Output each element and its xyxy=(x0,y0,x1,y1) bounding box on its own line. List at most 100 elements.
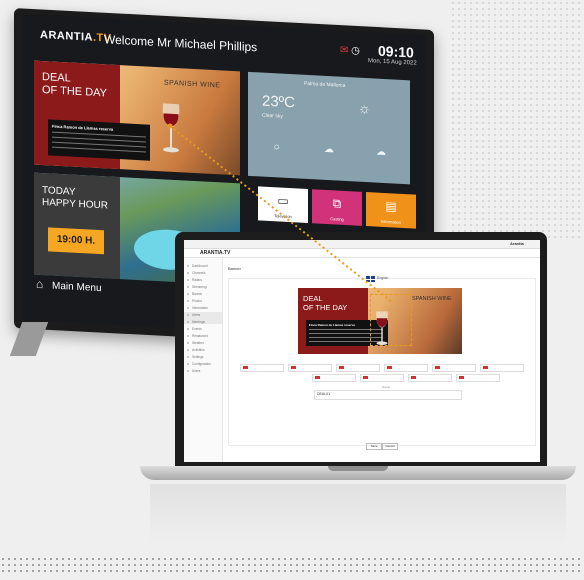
sidebar-item-icon xyxy=(187,356,189,358)
laptop-notch xyxy=(328,466,388,471)
name-field-label: Name xyxy=(382,385,391,389)
sidebar-item-icon xyxy=(187,363,189,365)
sidebar-item-icon xyxy=(187,370,189,372)
flag-icon xyxy=(483,366,488,369)
tile-television[interactable]: ▭ Television xyxy=(258,186,308,223)
book-icon: ▤ xyxy=(385,199,397,214)
language-input[interactable] xyxy=(432,364,476,372)
deal-title: DEAL OF THE DAY xyxy=(42,71,107,100)
main-menu-label: Main Menu xyxy=(52,280,102,295)
flag-icon xyxy=(435,366,440,369)
flag-icon xyxy=(243,366,248,369)
sidebar-item-icon xyxy=(187,272,189,274)
cancel-button[interactable]: Cancel xyxy=(382,443,398,450)
name-field[interactable]: DEAL01 xyxy=(314,390,462,400)
sidebar-item-icon xyxy=(187,321,189,323)
app-logo: ARANTIA.TV xyxy=(200,250,231,256)
sidebar-item[interactable]: Events xyxy=(192,327,202,331)
language-input[interactable] xyxy=(336,364,380,372)
weather-condition: Clear sky xyxy=(262,112,283,120)
sidebar-item[interactable]: Photos xyxy=(192,299,202,303)
tv-clock: 09:10 xyxy=(378,42,414,61)
sidebar-item-icon xyxy=(187,300,189,302)
cast-icon: ⧉ xyxy=(332,196,342,211)
welcome-message: Welcome Mr Michael Phillips xyxy=(104,32,258,55)
main-menu-button[interactable]: ⌂ Main Menu xyxy=(36,277,102,294)
dot-pattern-bottom xyxy=(0,556,584,576)
sidebar-item[interactable]: Radios xyxy=(192,278,202,282)
sidebar-item-icon xyxy=(187,335,189,337)
sidebar-item-icon xyxy=(187,314,189,316)
language-input[interactable] xyxy=(312,374,356,382)
preview-title: DEAL OF THE DAY xyxy=(303,294,348,312)
language-label: English xyxy=(377,276,389,280)
sidebar-item-icon xyxy=(187,307,189,309)
laptop-reflection xyxy=(150,484,566,544)
account-name[interactable]: Arantia xyxy=(510,241,524,246)
tv-brand-logo: ARANTIA.TV xyxy=(40,28,112,45)
flag-icon xyxy=(459,376,464,379)
language-input[interactable] xyxy=(360,374,404,382)
tv-date: Mon, 15 Aug 2022 xyxy=(368,58,417,67)
weather-temperature: 23ºC xyxy=(262,92,295,112)
app-header xyxy=(184,248,540,258)
tile-information[interactable]: ▤ Information xyxy=(366,192,416,229)
sidebar: Dashboard Channels Radios Streaming Banner Ph… xyxy=(184,258,223,462)
preview-product: SPANISH WINE xyxy=(412,296,452,302)
sidebar-item-icon xyxy=(187,279,189,281)
sidebar-item-icon xyxy=(187,286,189,288)
sun-icon: ☼ xyxy=(358,99,371,117)
sidebar-item[interactable]: Weather xyxy=(192,341,204,345)
sidebar-item[interactable]: Activities xyxy=(192,348,205,352)
sidebar-item-icon xyxy=(187,349,189,351)
language-input[interactable] xyxy=(288,364,332,372)
sidebar-item[interactable]: Banner xyxy=(192,292,202,296)
cloud-sun-icon: ☁ xyxy=(376,146,386,159)
sidebar-item[interactable]: Settings xyxy=(192,355,204,359)
banner-preview[interactable]: DEAL OF THE DAY SPANISH WINE Finca Ramon … xyxy=(298,288,462,354)
flag-icon xyxy=(339,366,344,369)
sidebar-item[interactable]: Dashboard xyxy=(192,264,208,268)
language-input[interactable] xyxy=(480,364,524,372)
page-title: Banner xyxy=(228,266,241,271)
sidebar-item-icon xyxy=(187,265,189,267)
happy-hour-title: TODAY HAPPY HOUR xyxy=(42,185,108,212)
wine-glass-icon xyxy=(162,103,180,153)
weather-location: Palma de Mallorca xyxy=(304,80,346,89)
sidebar-item-icon xyxy=(187,293,189,295)
sidebar-item[interactable]: Configuration xyxy=(192,362,211,366)
sidebar-item[interactable]: Users xyxy=(192,369,200,373)
flag-icon xyxy=(363,376,368,379)
sun-small-icon: ☼ xyxy=(272,141,282,153)
weather-widget[interactable]: Palma de Mallorca 23ºC Clear sky ☼ ☼ ☁ ☁ xyxy=(248,71,410,185)
tv-stand xyxy=(9,322,49,356)
selection-highlight xyxy=(370,294,412,346)
language-input[interactable] xyxy=(456,374,500,382)
deal-of-the-day-banner[interactable]: DEAL OF THE DAY SPANISH WINE Finca Ramon … xyxy=(34,60,240,176)
flag-icon xyxy=(291,366,296,369)
notification-icon[interactable]: ✉ ◷ xyxy=(340,45,360,57)
happy-hour-time: 19:00 H. xyxy=(48,227,104,255)
sidebar-item[interactable]: Meetings xyxy=(192,320,205,324)
sidebar-item[interactable]: Streaming xyxy=(192,285,207,289)
language-input[interactable] xyxy=(408,374,452,382)
flag-icon xyxy=(411,376,416,379)
sidebar-item-icon xyxy=(187,328,189,330)
sidebar-item[interactable]: Restaurant xyxy=(192,334,208,338)
laptop-screen: Arantia ARANTIA.TV Dashboard Channels Radi… xyxy=(184,240,540,462)
tile-casting[interactable]: ⧉ Casting xyxy=(312,189,362,226)
tv-icon: ▭ xyxy=(277,193,289,208)
language-input[interactable] xyxy=(240,364,284,372)
deal-description: Finca Ramon de Llamas reserva xyxy=(48,119,150,161)
flag-icon xyxy=(387,366,392,369)
cloud-icon: ☁ xyxy=(324,143,334,156)
sidebar-item[interactable]: Information xyxy=(192,306,208,310)
sidebar-item-icon xyxy=(187,342,189,344)
sidebar-item[interactable]: Channels xyxy=(192,271,205,275)
sidebar-item[interactable]: Alerts xyxy=(192,313,200,317)
language-input[interactable] xyxy=(384,364,428,372)
flag-icon xyxy=(315,376,320,379)
save-button[interactable]: Save xyxy=(366,443,382,450)
home-icon: ⌂ xyxy=(36,276,44,292)
dot-pattern-top xyxy=(450,0,584,240)
